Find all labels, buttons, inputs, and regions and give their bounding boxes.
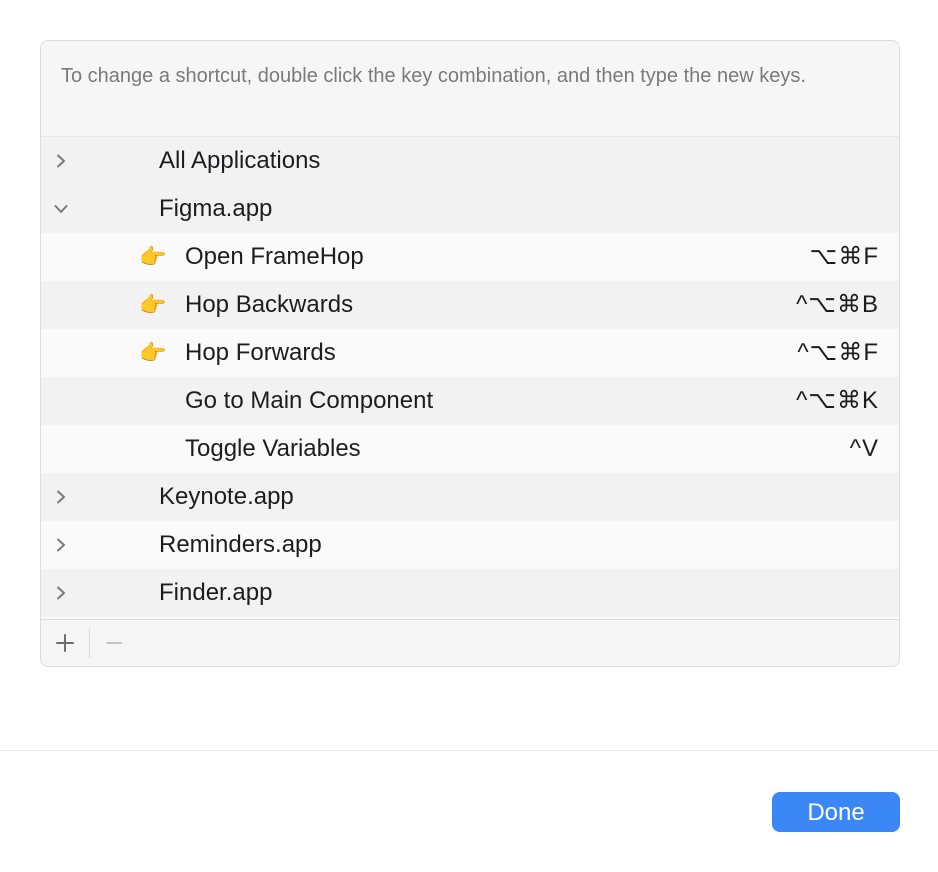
shortcut-keys[interactable]: ^V [850,425,879,473]
command-row-toggle-variables[interactable]: Toggle Variables ^V [41,425,899,473]
command-row-hop-backwards[interactable]: 👉 Hop Backwards ^⌥⌘B [41,281,899,329]
chevron-right-icon[interactable] [49,149,73,173]
chevron-down-icon[interactable] [49,197,73,221]
chevron-right-icon[interactable] [49,485,73,509]
chevron-right-icon[interactable] [49,533,73,557]
minus-icon[interactable] [90,620,138,666]
command-label: Hop Backwards [185,291,354,318]
chevron-right-icon[interactable] [49,581,73,605]
shortcuts-panel: To change a shortcut, double click the k… [40,40,900,667]
shortcut-keys[interactable]: ^⌥⌘F [797,329,879,377]
app-label: All Applications [159,147,321,174]
app-label: Figma.app [159,195,273,222]
shortcut-keys[interactable]: ^⌥⌘B [796,281,879,329]
pointing-hand-icon: 👉 [139,244,167,269]
app-row-all-applications[interactable]: All Applications [41,137,899,185]
done-button[interactable]: Done [772,792,900,832]
shortcut-list: All Applications Figma.app 👉 Open FrameH… [41,137,899,617]
shortcut-keys[interactable]: ⌥⌘F [810,233,879,281]
command-label: Toggle Variables [185,435,361,462]
app-label: Keynote.app [159,483,294,510]
pointing-hand-icon: 👉 [139,292,167,317]
pointing-hand-icon: 👉 [139,340,167,365]
app-row-finder[interactable]: Finder.app [41,569,899,617]
app-row-reminders[interactable]: Reminders.app [41,521,899,569]
command-label: Hop Forwards [185,339,336,366]
command-label: Open FrameHop [185,243,364,270]
instructions-text: To change a shortcut, double click the k… [41,41,899,137]
command-row-hop-forwards[interactable]: 👉 Hop Forwards ^⌥⌘F [41,329,899,377]
shortcuts-sheet: To change a shortcut, double click the k… [0,0,938,872]
command-row-go-to-main-component[interactable]: Go to Main Component ^⌥⌘K [41,377,899,425]
app-label: Finder.app [159,579,273,606]
app-row-keynote[interactable]: Keynote.app [41,473,899,521]
app-label: Reminders.app [159,531,322,558]
bottom-divider [0,750,938,751]
command-row-open-framehop[interactable]: 👉 Open FrameHop ⌥⌘F [41,233,899,281]
plus-icon[interactable] [41,620,89,666]
list-footer-bar [41,619,899,666]
command-label: Go to Main Component [185,387,434,414]
app-row-figma[interactable]: Figma.app [41,185,899,233]
shortcut-keys[interactable]: ^⌥⌘K [796,377,879,425]
